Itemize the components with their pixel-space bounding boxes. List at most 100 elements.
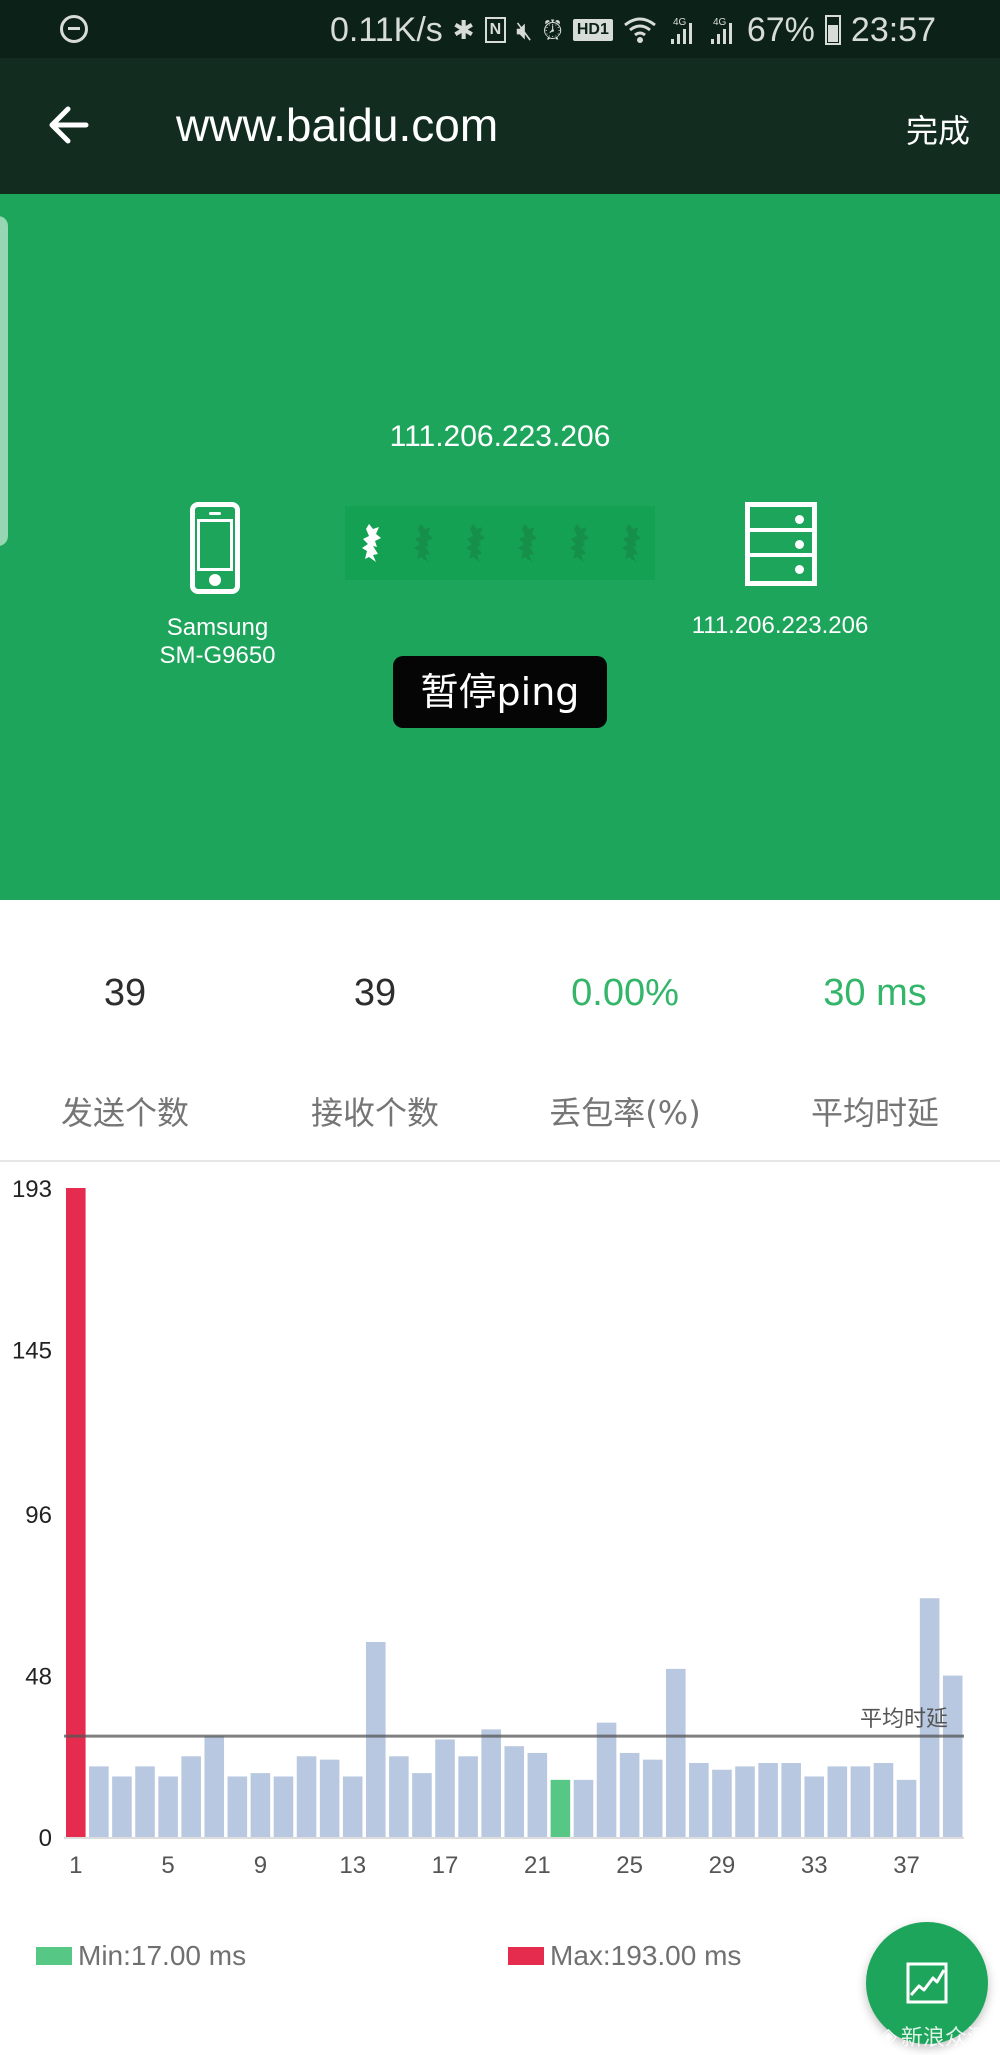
status-bar-right: 0.11K/s ✱ N 🔇︎ ⏰︎ HD1 4G 4G 67% 23:57 [330, 8, 936, 52]
edge-panel-handle[interactable] [0, 216, 8, 546]
page-title: www.baidu.com [176, 99, 499, 151]
bar [873, 1763, 894, 1837]
arrow-left-icon [49, 106, 89, 144]
bar [89, 1766, 109, 1837]
signal-4g-icon: 4G [710, 17, 732, 44]
watermark-logo-icon: ◈ [880, 2023, 897, 2049]
stats-panel: 39 发送个数 39 接收个数 0.00% 丢包率(%) 30 ms 平均时延 [0, 900, 1000, 1162]
bar [689, 1763, 709, 1837]
legend-max-label: Max:193.00 ms [550, 1940, 742, 1971]
legend-min-swatch [36, 1947, 72, 1965]
latency-bar-chart: 0 48 96 145 193 1 5 9 13 17 21 25 29 33 37 平均时延 [12, 1176, 964, 1879]
bar [666, 1668, 686, 1837]
back-button[interactable] [44, 100, 94, 150]
bar [135, 1766, 155, 1837]
bar [412, 1773, 432, 1837]
chart-icon [906, 1962, 948, 2004]
battery-icon [824, 15, 841, 45]
legend-min-label: Min:17.00 ms [78, 1940, 247, 1971]
stat-label: 接收个数 [310, 1094, 439, 1132]
bar [204, 1736, 225, 1837]
bar [712, 1769, 732, 1837]
server-ip: 111.206.223.206 [691, 612, 869, 639]
wifi-icon [623, 17, 656, 43]
packet-icon [518, 524, 537, 562]
bar [504, 1746, 525, 1837]
done-button[interactable]: 完成 [906, 106, 970, 152]
watermark: ◈ 新浪众测 [880, 2020, 989, 2052]
average-line-label: 平均时延 [860, 1707, 948, 1732]
bar [758, 1763, 778, 1837]
bar [573, 1779, 594, 1837]
clock: 23:57 [850, 10, 936, 49]
bar [366, 1641, 386, 1837]
signal-4g-icon: 4G [670, 17, 692, 44]
svg-text:4G: 4G [673, 17, 687, 28]
alarm-icon: ⏰︎ [542, 15, 563, 45]
packet-icon [570, 524, 589, 562]
packet-icon [414, 524, 433, 562]
bar [319, 1759, 340, 1837]
y-tick-label: 96 [25, 1502, 52, 1529]
y-tick-label: 48 [25, 1664, 52, 1691]
packet-icon [466, 524, 485, 562]
bar [227, 1776, 248, 1837]
device-model: SM-G9650 [159, 642, 276, 669]
bar [896, 1779, 917, 1837]
bar [527, 1752, 548, 1837]
x-tick-label: 17 [432, 1852, 459, 1879]
legend-max: Max:193.00 ms [508, 1940, 741, 1972]
x-tick-label: 21 [524, 1852, 551, 1879]
latency-chart: 0 48 96 145 193 1 5 9 13 17 21 25 29 33 37 平均时延 [0, 1162, 1000, 1902]
phone-icon [190, 502, 240, 594]
bar [158, 1776, 178, 1837]
status-bar: 0.11K/s ✱ N 🔇︎ ⏰︎ HD1 4G 4G 67% 23:57 [0, 0, 1000, 58]
do-not-disturb-icon [60, 15, 88, 43]
y-tick-label: 0 [39, 1825, 52, 1852]
bar [273, 1776, 294, 1837]
bar [250, 1773, 271, 1837]
net-speed: 0.11K/s [330, 10, 443, 49]
bar [181, 1756, 201, 1837]
stat-label: 平均时延 [810, 1094, 939, 1132]
bar [296, 1756, 317, 1837]
bar [389, 1756, 409, 1837]
packet-track [345, 506, 655, 580]
bar [942, 1675, 963, 1837]
bar [435, 1739, 455, 1837]
bar [342, 1776, 363, 1837]
x-tick-label: 37 [893, 1852, 920, 1879]
bar [827, 1766, 848, 1837]
pause-ping-button[interactable]: 暂停ping [393, 656, 607, 728]
target-ip: 111.206.223.206 [389, 420, 611, 453]
nfc-icon: N [484, 17, 507, 43]
battery-percent: 67% [746, 10, 815, 49]
bar [596, 1722, 617, 1837]
legend-min: Min:17.00 ms [36, 1940, 246, 1972]
stat-value: 39 [103, 972, 147, 1014]
bar [481, 1729, 501, 1837]
app-bar: www.baidu.com 完成 [0, 58, 1000, 194]
ping-visualization-panel: 111.206.223.206 Samsung SM-G9650 111.206… [0, 194, 1000, 900]
watermark-text: 新浪众测 [900, 2026, 989, 2051]
stat-label: 发送个数 [60, 1094, 189, 1132]
packet-icon [362, 524, 381, 562]
bar [458, 1756, 478, 1837]
y-tick-label: 145 [12, 1337, 52, 1364]
bar [66, 1188, 86, 1837]
legend-max-swatch [508, 1947, 544, 1965]
device-name: Samsung SM-G9650 [100, 614, 335, 670]
stat-value: 30 ms [823, 972, 927, 1014]
server-icon [745, 502, 817, 586]
chart-legend: Min:17.00 ms Max:193.00 ms [0, 1940, 1000, 1990]
packet-icon [622, 524, 641, 562]
bar [550, 1779, 571, 1837]
bluetooth-icon: ✱ [452, 15, 475, 45]
bar [642, 1759, 663, 1837]
stat-value: 39 [353, 972, 397, 1014]
x-tick-label: 13 [339, 1852, 366, 1879]
bar [619, 1752, 640, 1837]
bar [850, 1766, 871, 1837]
x-tick-label: 29 [709, 1852, 736, 1879]
bar [804, 1776, 825, 1837]
